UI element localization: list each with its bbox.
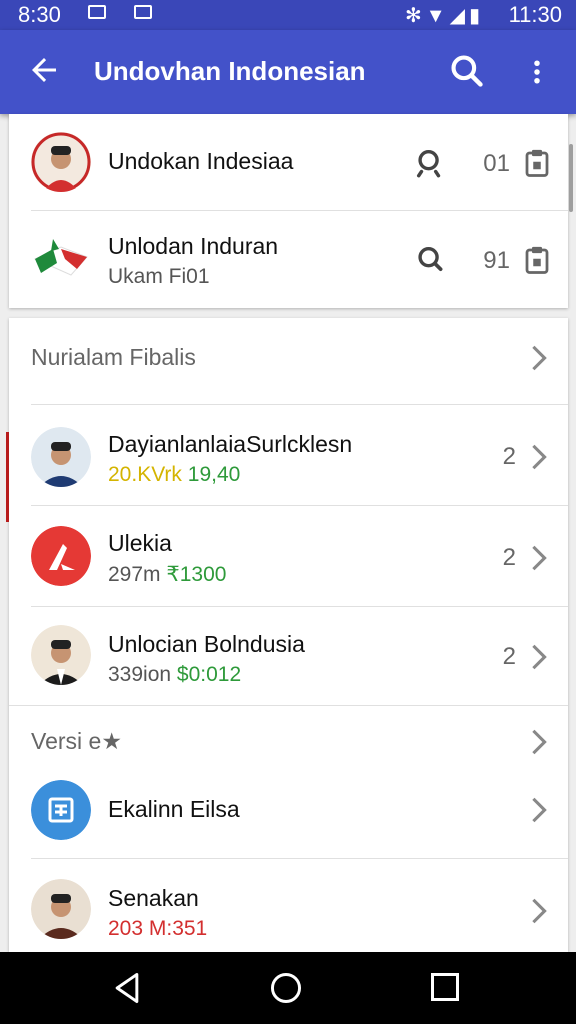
list-item[interactable]: Ekalinn Eilsa: [9, 778, 568, 858]
chevron-right-icon: [532, 545, 547, 571]
list-item[interactable]: Ulekia 297m ₹1300 2: [9, 506, 568, 606]
item-subtitle: 20.KVrk 19,40: [108, 463, 240, 487]
signal-wifi-battery-icons: ✻▼◢▮: [405, 5, 484, 27]
item-count: 2: [502, 643, 516, 670]
top-card-item[interactable]: Unlodan Induran Ukam Fi01 91: [9, 211, 568, 308]
item-count: 01: [483, 150, 510, 177]
item-title: Unlocian Bolndusia: [108, 631, 305, 657]
list-item[interactable]: Unlocian Bolndusia 339ion $0:012 2: [9, 607, 568, 705]
item-count: 2: [502, 544, 516, 571]
section-header[interactable]: Versi e★: [9, 706, 568, 778]
avatar: [31, 427, 91, 487]
search-icon[interactable]: [448, 52, 486, 90]
list-item[interactable]: DayianlanlaiaSurlcklesn 20.KVrk 19,40 2: [9, 405, 568, 505]
navigation-bar: [0, 952, 576, 1024]
item-title: Ulekia: [108, 530, 172, 556]
more-options-icon[interactable]: [522, 54, 552, 90]
chevron-right-icon: [532, 797, 547, 823]
selection-marker: [6, 432, 9, 522]
notification-icon: [88, 5, 106, 19]
app-bar: Undovhan Indonesian: [0, 30, 576, 114]
clipboard-icon[interactable]: [524, 245, 550, 275]
item-subtitle: Ukam Fi01: [108, 265, 210, 288]
search-icon[interactable]: [413, 243, 447, 277]
top-card-item[interactable]: Undokan Indesiaa 01: [9, 114, 568, 210]
top-card: Undokan Indesiaa 01 Unlodan Induran Ukam…: [9, 114, 568, 308]
status-bar: 8:30 ✻▼◢▮ 11:30: [0, 0, 576, 30]
logo-avatar: [31, 526, 91, 586]
item-title: Senakan: [108, 885, 199, 911]
subtitle-amount: $0:012: [176, 663, 242, 686]
back-arrow-icon[interactable]: [26, 52, 62, 88]
list-card: Nurialam Fibalis DayianlanlaiaSurlcklesn…: [9, 318, 568, 952]
page-title: Undovhan Indonesian: [94, 56, 366, 86]
back-nav-icon[interactable]: [112, 972, 142, 1004]
section-header[interactable]: Nurialam Fibalis: [9, 318, 568, 404]
list-item[interactable]: Senakan 203 M:351: [9, 859, 568, 952]
chevron-right-icon: [532, 444, 547, 470]
chevron-right-icon: [532, 644, 547, 670]
clipboard-icon[interactable]: [524, 148, 550, 178]
avatar: [31, 879, 91, 939]
item-title: Ekalinn Eilsa: [108, 796, 240, 822]
recents-nav-icon[interactable]: [430, 972, 460, 1002]
app-icon: [31, 780, 91, 840]
avatar: [31, 625, 91, 685]
avatar: [31, 132, 91, 192]
home-nav-icon[interactable]: [270, 972, 302, 1004]
chevron-right-icon: [532, 345, 547, 371]
scroll-indicator[interactable]: [569, 144, 573, 212]
subtitle-amount: ₹1300: [166, 563, 227, 586]
item-count: 2: [502, 443, 516, 470]
item-title: Unlodan Induran: [108, 233, 279, 259]
section-title: Versi e★: [31, 728, 122, 754]
item-subtitle: 297m ₹1300: [108, 562, 226, 587]
image-icon: [134, 5, 152, 19]
subtitle-part: 20.KVrk: [108, 463, 182, 486]
flag-avatar: [31, 229, 91, 289]
search-icon[interactable]: [413, 146, 447, 180]
subtitle-amount: 19,40: [187, 463, 241, 486]
status-time-left: 8:30: [18, 2, 61, 27]
item-count: 91: [483, 247, 510, 274]
subtitle-part: 339ion: [108, 663, 172, 686]
section-title: Nurialam Fibalis: [31, 344, 196, 370]
item-subtitle: 203 M:351: [108, 917, 208, 940]
chevron-right-icon: [532, 729, 547, 755]
chevron-right-icon: [532, 898, 547, 924]
item-title: DayianlanlaiaSurlcklesn: [108, 431, 353, 457]
item-subtitle: 339ion $0:012: [108, 663, 241, 687]
status-time-right: 11:30: [508, 2, 562, 27]
item-title: Undokan Indesiaa: [108, 148, 294, 174]
subtitle-part: 297m: [108, 563, 161, 586]
